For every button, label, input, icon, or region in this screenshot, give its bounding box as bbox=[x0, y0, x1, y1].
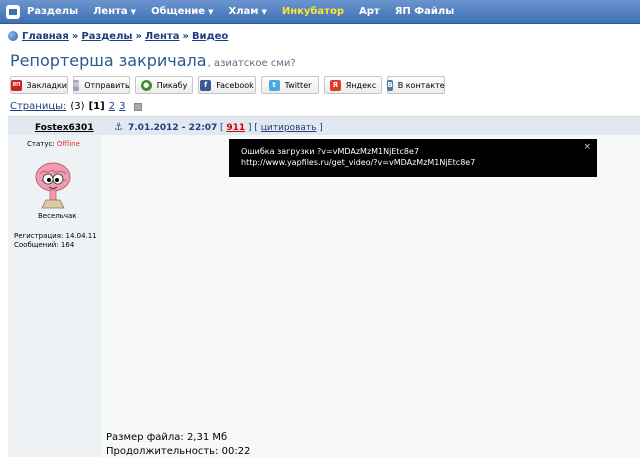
quote-button[interactable]: цитировать bbox=[261, 123, 317, 133]
pagination-page-3[interactable]: 3 bbox=[119, 101, 125, 112]
vkontakte-button[interactable]: В В контакте bbox=[387, 76, 445, 94]
file-size: Размер файла: 2,31 Мб bbox=[106, 432, 228, 443]
nav-item-lenta[interactable]: Лента ▼ bbox=[93, 6, 136, 17]
breadcrumb-feed[interactable]: Лента bbox=[145, 31, 180, 42]
globe-icon bbox=[8, 31, 18, 41]
caret-down-icon: ▼ bbox=[130, 7, 137, 16]
vkontakte-icon: В bbox=[387, 79, 393, 91]
status-value: Offline bbox=[56, 140, 80, 148]
button-label: В контакте bbox=[397, 80, 445, 90]
breadcrumb-home[interactable]: Главная bbox=[22, 31, 69, 42]
bookmarks-button[interactable]: ЯП Закладки bbox=[10, 76, 68, 94]
video-error-overlay: Ошибка загрузки ?v=vMDAzMzM1NjEtc8e7 htt… bbox=[229, 139, 597, 177]
button-label: Яндекс bbox=[345, 80, 377, 90]
facebook-button[interactable]: f Facebook bbox=[198, 76, 256, 94]
page-title: Репортерша закричала bbox=[10, 51, 207, 70]
button-label: Отправить bbox=[84, 80, 130, 90]
file-duration: Продолжительность: 00:22 bbox=[106, 446, 251, 457]
share-bar: ЯП Закладки ✉ Отправить ● Пикабу f Faceb… bbox=[10, 76, 450, 94]
button-label: Закладки bbox=[26, 80, 67, 90]
pagination-count: (3) bbox=[70, 101, 85, 112]
post-actions: [ 911 ] [ цитировать ] bbox=[220, 123, 323, 133]
caret-down-icon: ▼ bbox=[261, 7, 267, 16]
pikabu-button[interactable]: ● Пикабу bbox=[135, 76, 193, 94]
twitter-icon: t bbox=[268, 79, 280, 91]
button-label: Twitter bbox=[284, 80, 312, 90]
twitter-button[interactable]: t Twitter bbox=[261, 76, 319, 94]
nav-item-label: Лента bbox=[93, 6, 128, 17]
post-body bbox=[101, 135, 640, 457]
page-subtitle: , азиатское сми? bbox=[207, 58, 296, 69]
nav-item-obshchenie[interactable]: Общение ▼ bbox=[151, 6, 213, 17]
facebook-icon: f bbox=[200, 79, 212, 91]
top-navigation: Разделы Лента ▼ Общение ▼ Хлам ▼ Инкубатор … bbox=[0, 0, 640, 24]
user-status: Статус: Offline bbox=[27, 140, 80, 148]
nav-item-label: Разделы bbox=[27, 6, 79, 17]
bookmarks-icon: ЯП bbox=[11, 79, 22, 91]
topic-title-row: Репортерша закричала , азиатское сми? bbox=[10, 51, 296, 70]
error-message: Ошибка загрузки ?v=vMDAzMzM1NjEtc8e7 bbox=[241, 147, 420, 156]
home-icon[interactable] bbox=[6, 4, 20, 19]
post-author[interactable]: Fostex6301 bbox=[35, 123, 94, 133]
caret-down-icon: ▼ bbox=[208, 7, 214, 16]
brain-character-icon bbox=[35, 162, 71, 209]
pikabu-icon: ● bbox=[140, 79, 152, 91]
nav-item-label: ЯП Файлы bbox=[394, 6, 455, 17]
yandex-icon: Я bbox=[329, 79, 341, 91]
breadcrumb-separator: » bbox=[182, 30, 189, 42]
avatar[interactable] bbox=[34, 160, 72, 213]
user-message-count: Сообщений: 164 bbox=[14, 241, 75, 249]
nav-item-label: Инкубатор bbox=[281, 6, 344, 17]
anchor-icon[interactable]: ⚓ bbox=[114, 122, 123, 133]
breadcrumb: Главная » Разделы » Лента » Видео bbox=[8, 29, 228, 43]
post-header: Fostex6301 ⚓ 7.01.2012 - 22:07 [ 911 ] [… bbox=[8, 116, 640, 135]
mail-icon: ✉ bbox=[73, 79, 80, 91]
breadcrumb-video[interactable]: Видео bbox=[192, 31, 228, 42]
pagination-current: [1] bbox=[88, 101, 105, 112]
nav-item-label: Хлам bbox=[228, 6, 259, 17]
button-label: Пикабу bbox=[156, 80, 188, 90]
send-button[interactable]: ✉ Отправить bbox=[73, 76, 130, 94]
error-url: http://www.yapfiles.ru/get_video/?v=vMDA… bbox=[241, 158, 476, 167]
breadcrumb-sections[interactable]: Разделы bbox=[81, 31, 132, 42]
close-icon[interactable]: × bbox=[583, 142, 591, 152]
breadcrumb-separator: » bbox=[135, 30, 142, 42]
nav-item-razdely[interactable]: Разделы bbox=[27, 6, 78, 17]
nav-item-art[interactable]: Арт bbox=[359, 6, 380, 17]
yandex-button[interactable]: Я Яндекс bbox=[324, 76, 382, 94]
post-date: 7.01.2012 - 22:07 bbox=[128, 123, 218, 133]
breadcrumb-separator: » bbox=[71, 30, 79, 42]
nav-item-inkubator[interactable]: Инкубатор bbox=[282, 6, 344, 17]
nav-item-label: Арт bbox=[358, 6, 380, 17]
button-label: Facebook bbox=[216, 80, 254, 90]
status-label: Статус: bbox=[27, 140, 55, 148]
nav-item-yap-files[interactable]: ЯП Файлы bbox=[395, 6, 455, 17]
nav-item-khlam[interactable]: Хлам ▼ bbox=[228, 6, 266, 17]
nav-item-label: Общение bbox=[151, 6, 206, 17]
pagination: Страницы: (3) [1] 2 3 bbox=[10, 101, 143, 112]
post-number[interactable]: 911 bbox=[226, 123, 245, 133]
pagination-page-2[interactable]: 2 bbox=[109, 101, 115, 112]
print-icon[interactable] bbox=[134, 102, 143, 111]
user-registration: Регистрация: 14.04.11 bbox=[14, 232, 97, 240]
user-rank: Весельчак bbox=[38, 212, 77, 220]
pagination-label[interactable]: Страницы: bbox=[10, 101, 66, 112]
